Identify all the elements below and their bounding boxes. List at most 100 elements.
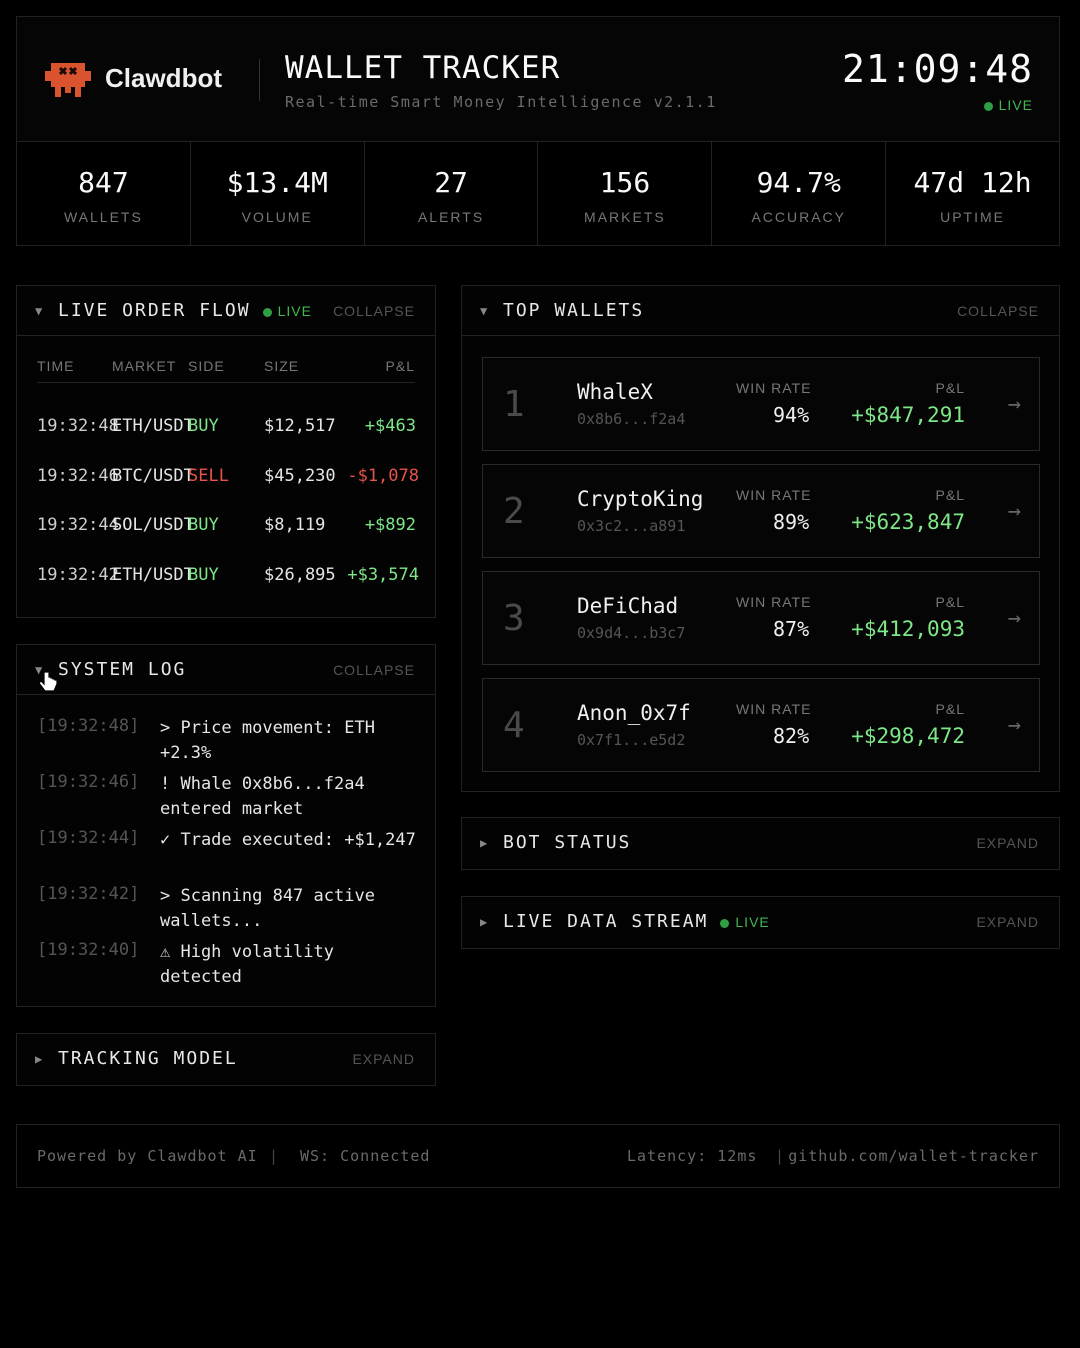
cell-market: ETH/USDT xyxy=(112,416,194,436)
live-dot-icon xyxy=(720,918,730,928)
live-data-stream-panel[interactable]: ▶ LIVE DATA STREAM LIVE EXPAND xyxy=(461,896,1060,949)
expand-arrow-icon[interactable]: ▶ xyxy=(35,1052,42,1066)
clock: 21:09:48 xyxy=(841,47,1033,91)
log-message: ! Whale 0x8b6...f2a4 entered market xyxy=(160,774,365,819)
table-row[interactable]: 19:32:46 BTC/USDT SELL $45,230 -$1,078 xyxy=(17,466,435,496)
collapse-arrow-icon[interactable]: ▼ xyxy=(480,304,487,318)
pnl-label: P&L xyxy=(935,701,965,717)
arrow-right-icon[interactable]: → xyxy=(1008,392,1021,417)
collapse-button[interactable]: COLLAPSE xyxy=(957,303,1039,319)
footer-powered-by: Powered by Clawdbot AI xyxy=(37,1147,258,1165)
wallet-card[interactable]: 4 Anon_0x7f 0x7f1...e5d2 WIN RATE 82% P&… xyxy=(482,678,1040,772)
wallet-card[interactable]: 2 CryptoKing 0x3c2...a891 WIN RATE 89% P… xyxy=(482,464,1040,558)
table-row[interactable]: 19:32:48 ETH/USDT BUY $12,517 +$463 xyxy=(17,416,435,446)
expand-button[interactable]: EXPAND xyxy=(352,1051,415,1067)
wallet-rank: 3 xyxy=(503,598,525,639)
wallet-name: DeFiChad xyxy=(577,594,679,618)
live-indicator: LIVE xyxy=(983,97,1033,113)
column-header-size: SIZE xyxy=(264,358,300,374)
stat-label: ACCURACY xyxy=(751,209,847,225)
cell-pnl: +$463 xyxy=(364,416,416,436)
column-header-time: TIME xyxy=(37,358,75,374)
bot-status-panel[interactable]: ▶ BOT STATUS EXPAND xyxy=(461,817,1060,870)
collapse-button[interactable]: COLLAPSE xyxy=(333,303,415,319)
live-label: LIVE xyxy=(277,303,312,319)
wallet-address: 0x7f1...e5d2 xyxy=(577,731,686,749)
live-label: LIVE xyxy=(998,97,1033,113)
wallet-name: Anon_0x7f xyxy=(577,701,691,725)
arrow-right-icon[interactable]: → xyxy=(1008,606,1021,631)
table-row[interactable]: 19:32:42 ETH/USDT BUY $26,895 +$3,574 xyxy=(17,565,435,595)
arrow-right-icon[interactable]: → xyxy=(1008,499,1021,524)
wallet-card[interactable]: 3 DeFiChad 0x9d4...b3c7 WIN RATE 87% P&L… xyxy=(482,571,1040,665)
log-time: [19:32:44] xyxy=(37,828,140,848)
footer-separator: | xyxy=(775,1147,786,1165)
top-wallets-header[interactable]: ▼ TOP WALLETS COLLAPSE xyxy=(462,286,1059,336)
expand-arrow-icon[interactable]: ▶ xyxy=(480,836,487,850)
win-rate-label: WIN RATE xyxy=(736,380,812,396)
stat-value: 94.7% xyxy=(756,166,841,199)
win-rate-value: 94% xyxy=(773,403,810,427)
column-header-market: MARKET xyxy=(112,358,177,374)
cell-size: $12,517 xyxy=(264,416,336,436)
expand-button[interactable]: EXPAND xyxy=(976,914,1039,930)
order-flow-header[interactable]: ▼ LIVE ORDER FLOW LIVE COLLAPSE xyxy=(17,286,435,336)
stat-uptime: 47d 12h UPTIME xyxy=(886,142,1059,245)
wallet-card[interactable]: 1 WhaleX 0x8b6...f2a4 WIN RATE 94% P&L +… xyxy=(482,357,1040,451)
table-row[interactable]: 19:32:44 SOL/USDT BUY $8,119 +$892 xyxy=(17,515,435,545)
brand-name: Clawdbot xyxy=(105,63,222,93)
cell-pnl: -$1,078 xyxy=(347,466,419,486)
expand-arrow-icon[interactable]: ▶ xyxy=(480,915,487,929)
stat-value: 27 xyxy=(434,166,468,199)
cell-side: BUY xyxy=(188,565,219,585)
stats-bar: 847 WALLETS $13.4M VOLUME 27 ALERTS 156 MARK… xyxy=(16,141,1060,246)
stat-label: ALERTS xyxy=(417,209,485,225)
cell-size: $45,230 xyxy=(264,466,336,486)
bot-status-header[interactable]: ▶ BOT STATUS EXPAND xyxy=(462,818,1059,868)
cell-time: 19:32:48 xyxy=(37,416,119,436)
stat-value: 156 xyxy=(599,166,651,199)
panel-title: LIVE DATA STREAM LIVE xyxy=(503,911,770,932)
tracking-model-header[interactable]: ▶ TRACKING MODEL EXPAND xyxy=(17,1034,435,1084)
log-time: [19:32:46] xyxy=(37,772,140,792)
page-subtitle: Real-time Smart Money Intelligence v2.1.… xyxy=(285,93,717,111)
footer-ws-status: WS: Connected xyxy=(300,1147,431,1165)
arrow-right-icon[interactable]: → xyxy=(1008,713,1021,738)
pnl-label: P&L xyxy=(935,487,965,503)
expand-button[interactable]: EXPAND xyxy=(976,835,1039,851)
stat-label: MARKETS xyxy=(584,209,666,225)
tracking-model-panel[interactable]: ▶ TRACKING MODEL EXPAND xyxy=(16,1033,436,1086)
footer-github-link[interactable]: github.com/wallet-tracker xyxy=(788,1147,1039,1165)
cell-market: SOL/USDT xyxy=(112,515,194,535)
stat-value: 47d 12h xyxy=(913,166,1032,199)
system-log-header[interactable]: ▼ SYSTEM LOG COLLAPSE xyxy=(17,645,435,695)
live-dot-icon xyxy=(983,101,993,111)
panel-title: LIVE ORDER FLOW LIVE xyxy=(58,300,312,321)
win-rate-label: WIN RATE xyxy=(736,594,812,610)
collapse-button[interactable]: COLLAPSE xyxy=(333,662,415,678)
stat-label: WALLETS xyxy=(63,209,143,225)
wallet-name: WhaleX xyxy=(577,380,653,404)
cell-pnl: +$3,574 xyxy=(347,565,419,585)
column-header-side: SIDE xyxy=(188,358,225,374)
system-log-panel: ▼ SYSTEM LOG COLLAPSE [19:32:48] > Price… xyxy=(16,644,436,1007)
panel-title: TRACKING MODEL xyxy=(58,1048,238,1069)
pnl-value: +$847,291 xyxy=(851,403,965,427)
order-flow-panel: ▼ LIVE ORDER FLOW LIVE COLLAPSE TIME MARK… xyxy=(16,285,436,618)
collapse-arrow-icon[interactable]: ▼ xyxy=(35,304,42,318)
live-data-stream-header[interactable]: ▶ LIVE DATA STREAM LIVE EXPAND xyxy=(462,897,1059,947)
cell-time: 19:32:42 xyxy=(37,565,119,585)
cell-size: $8,119 xyxy=(264,515,326,535)
log-message: ✓ Trade executed: +$1,247 xyxy=(160,830,416,850)
pnl-value: +$623,847 xyxy=(851,510,965,534)
wallet-address: 0x9d4...b3c7 xyxy=(577,624,686,642)
log-message: > Price movement: ETH +2.3% xyxy=(160,718,375,763)
clawdbot-logo-icon xyxy=(45,63,91,97)
stat-accuracy: 94.7% ACCURACY xyxy=(712,142,887,245)
wallet-rank: 4 xyxy=(503,705,525,746)
top-wallets-panel: ▼ TOP WALLETS COLLAPSE 1 WhaleX 0x8b6...… xyxy=(461,285,1060,792)
header-divider xyxy=(259,59,260,101)
hand-cursor-icon xyxy=(38,671,58,692)
stat-wallets: 847 WALLETS xyxy=(17,142,191,245)
log-message: > Scanning 847 active wallets... xyxy=(160,886,375,931)
